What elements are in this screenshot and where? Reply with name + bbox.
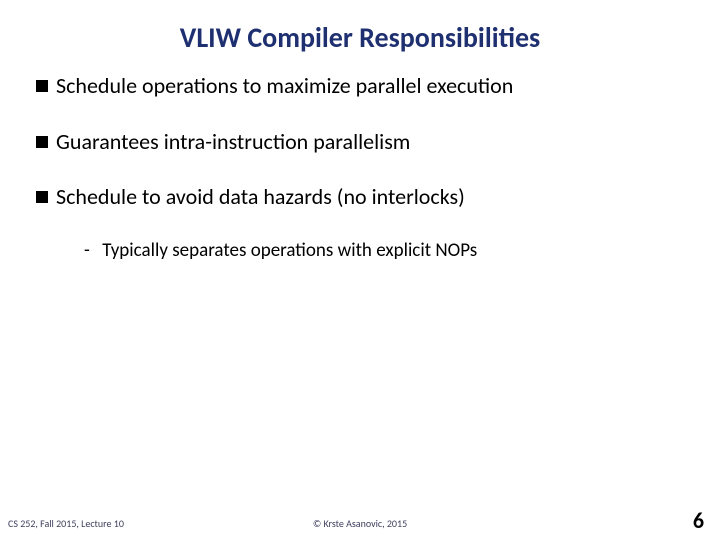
page-number: 6	[693, 507, 704, 534]
footer-center: © Krste Asanovic, 2015	[0, 517, 720, 530]
square-bullet-icon	[36, 136, 48, 148]
bullet-item: Guarantees intra-instruction parallelism	[36, 128, 684, 156]
slide: VLIW Compiler Responsibilities Schedule …	[0, 0, 720, 540]
dash-bullet-icon: -	[84, 239, 98, 264]
bullet-item: Schedule operations to maximize parallel…	[36, 72, 684, 100]
sub-bullet-item: - Typically separates operations with ex…	[84, 239, 684, 264]
square-bullet-icon	[36, 191, 48, 203]
bullet-text: Schedule operations to maximize parallel…	[56, 72, 513, 100]
bullet-text: Guarantees intra-instruction parallelism	[56, 128, 410, 156]
slide-title: VLIW Compiler Responsibilities	[0, 20, 720, 55]
sub-bullet-text: Typically separates operations with expl…	[102, 239, 477, 262]
bullet-text: Schedule to avoid data hazards (no inter…	[56, 183, 465, 211]
bullet-item: Schedule to avoid data hazards (no inter…	[36, 183, 684, 211]
content-area: Schedule operations to maximize parallel…	[36, 72, 684, 263]
square-bullet-icon	[36, 80, 48, 92]
